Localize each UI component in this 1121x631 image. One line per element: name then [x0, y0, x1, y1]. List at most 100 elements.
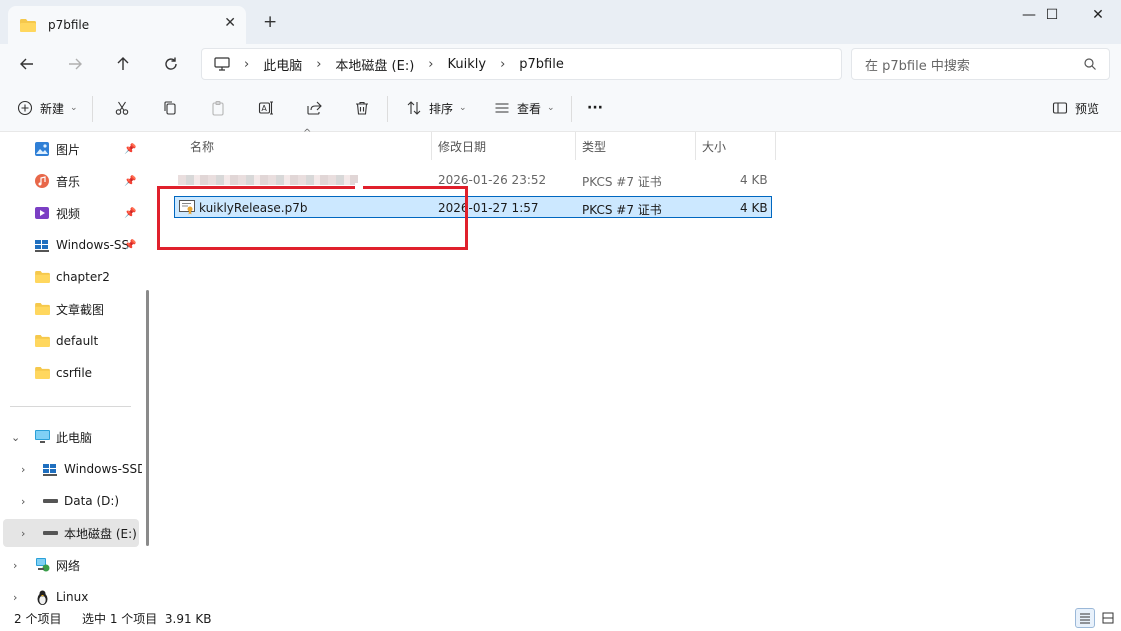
cut-button[interactable] [113, 96, 131, 120]
highlight-annotation-box [157, 186, 468, 250]
sidebar-item-videos[interactable]: 视频 📌 [0, 199, 156, 227]
column-divider[interactable] [775, 132, 776, 160]
column-header-type[interactable]: 类型 [582, 132, 606, 160]
sidebar-item-music[interactable]: 音乐 📌 [0, 167, 156, 195]
column-divider[interactable] [695, 132, 696, 160]
maximize-button[interactable]: ☐ [1029, 4, 1075, 26]
address-row: › 此电脑 › 本地磁盘 (E:) › Kuikly › p7bfile 在 p… [0, 44, 1121, 84]
chevron-right-icon[interactable]: › [13, 591, 23, 604]
windows-drive-icon [42, 461, 58, 477]
folder-icon [34, 365, 50, 381]
address-bar[interactable]: › 此电脑 › 本地磁盘 (E:) › Kuikly › p7bfile [201, 48, 842, 80]
folder-icon [34, 333, 50, 349]
forward-button[interactable] [61, 50, 89, 78]
chevron-right-icon[interactable]: › [21, 463, 31, 476]
navigation-pane[interactable]: 图片 📌 音乐 📌 视频 📌 Windows-SS 📌 chapter2 文章截… [0, 132, 156, 609]
sidebar-item-article-screenshots[interactable]: 文章截图 [0, 295, 156, 323]
sidebar-item-windows-ssd-drive[interactable]: › Windows-SSD [0, 455, 156, 483]
sidebar-item-label: 视频 [56, 206, 81, 221]
svg-text:A: A [261, 104, 267, 113]
divider [571, 96, 572, 122]
tiles-view-button[interactable] [1098, 608, 1118, 628]
sidebar-item-local-disk-e[interactable]: › 本地磁盘 (E:) [3, 519, 139, 547]
sort-button[interactable]: 排序 ⌄ [405, 96, 467, 120]
sidebar-item-data-d[interactable]: › Data (D:) [0, 487, 156, 515]
paste-button[interactable] [209, 96, 227, 120]
sort-ascending-icon: ^ [303, 128, 312, 139]
details-view-button[interactable] [1075, 608, 1095, 628]
refresh-button[interactable] [157, 50, 185, 78]
search-icon [1084, 58, 1096, 70]
chevron-down-icon: ⌄ [70, 103, 78, 113]
breadcrumb-local-disk-e[interactable]: 本地磁盘 (E:) [335, 55, 414, 74]
chevron-right-icon[interactable]: › [21, 495, 31, 508]
pin-icon: 📌 [124, 175, 137, 187]
sidebar-item-label: 本地磁盘 (E:) [64, 526, 137, 541]
column-header-size[interactable]: 大小 [702, 132, 726, 160]
rename-button[interactable]: A [257, 96, 275, 120]
file-type: PKCS #7 证书 [582, 203, 662, 217]
sort-icon [405, 99, 423, 117]
folder-icon [34, 301, 50, 317]
column-divider[interactable] [431, 132, 432, 160]
column-header-name[interactable]: 名称 [190, 132, 214, 160]
folder-icon [34, 269, 50, 285]
file-size: 4 KB [740, 201, 768, 215]
breadcrumb-separator: › [500, 56, 506, 72]
sidebar-item-windows-ssd[interactable]: Windows-SS 📌 [0, 231, 156, 259]
this-pc-icon [34, 429, 50, 445]
copy-icon [161, 99, 179, 117]
breadcrumb-kuikly[interactable]: Kuikly [448, 57, 487, 72]
breadcrumb-this-pc[interactable]: 此电脑 [263, 55, 302, 74]
share-button[interactable] [305, 96, 323, 120]
folder-icon [20, 18, 36, 32]
arrow-up-icon [117, 57, 129, 70]
column-divider[interactable] [575, 132, 576, 160]
sidebar-item-csrfile[interactable]: csrfile [0, 359, 156, 387]
chevron-right-icon[interactable]: › [21, 527, 31, 540]
new-button[interactable]: 新建 ⌄ [16, 96, 78, 120]
back-button[interactable] [13, 50, 41, 78]
breadcrumb-separator: › [428, 56, 434, 72]
network-icon [34, 557, 50, 573]
close-window-button[interactable]: ✕ [1075, 4, 1121, 26]
chevron-right-icon[interactable]: › [13, 559, 23, 572]
trash-icon [353, 99, 371, 117]
file-type: PKCS #7 证书 [582, 175, 662, 189]
copy-button[interactable] [161, 96, 179, 120]
preview-pane-button[interactable]: 预览 [1051, 96, 1099, 120]
sidebar-scrollbar[interactable] [146, 290, 149, 546]
chevron-down-icon[interactable]: ⌄ [11, 431, 21, 444]
refresh-icon [165, 57, 177, 70]
new-tab-button[interactable]: + [263, 12, 277, 32]
breadcrumb-p7bfile[interactable]: p7bfile [519, 57, 564, 72]
tab-p7bfile[interactable]: p7bfile ✕ [8, 6, 246, 44]
search-input[interactable]: 在 p7bfile 中搜索 [851, 48, 1110, 80]
file-modified: 2026-01-26 23:52 [438, 173, 547, 187]
pin-icon: 📌 [124, 207, 137, 219]
view-list-icon [493, 99, 511, 117]
more-options-button[interactable]: ··· [587, 96, 603, 120]
tiles-view-icon [1102, 612, 1114, 624]
divider [387, 96, 388, 122]
clipboard-icon [209, 99, 227, 117]
share-icon [305, 99, 323, 117]
delete-button[interactable] [353, 96, 371, 120]
sidebar-item-label: Linux [56, 590, 89, 604]
command-bar: 新建 ⌄ A 排序 ⌄ 查看 ⌄ ··· 预览 [0, 84, 1121, 132]
windows-drive-icon [34, 237, 50, 253]
title-bar: p7bfile ✕ + — ☐ ✕ [0, 0, 1121, 44]
view-button[interactable]: 查看 ⌄ [493, 96, 555, 120]
sidebar-item-label: 此电脑 [56, 430, 93, 445]
column-header-modified[interactable]: 修改日期 [438, 132, 486, 160]
sidebar-item-chapter2[interactable]: chapter2 [0, 263, 156, 291]
sidebar-item-default[interactable]: default [0, 327, 156, 355]
details-view-icon [1080, 613, 1090, 624]
status-bar: 2 个项目 选中 1 个项目 3.91 KB [0, 606, 1121, 631]
sidebar-item-this-pc[interactable]: ⌄ 此电脑 [0, 423, 156, 451]
close-tab-button[interactable]: ✕ [224, 15, 236, 31]
sidebar-item-pictures[interactable]: 图片 📌 [0, 135, 156, 163]
videos-icon [34, 205, 50, 221]
sidebar-item-network[interactable]: › 网络 [0, 551, 156, 579]
up-button[interactable] [109, 50, 137, 78]
